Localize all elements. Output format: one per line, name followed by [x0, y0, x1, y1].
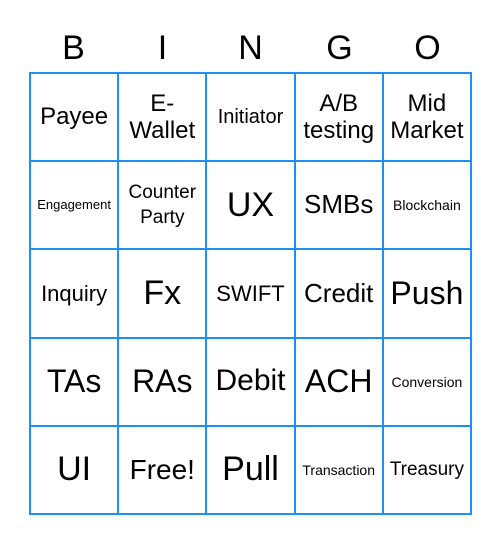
bingo-cell[interactable]: Treasury [382, 425, 471, 514]
bingo-cell[interactable]: RAs [118, 337, 207, 426]
bingo-cell[interactable]: Mid Market [382, 73, 471, 162]
bingo-cell[interactable]: Inquiry [30, 249, 119, 338]
bingo-cell[interactable]: Engagement [30, 161, 119, 250]
bingo-cell[interactable]: Initiator [206, 73, 295, 162]
header-letter-i: I [157, 29, 168, 67]
bingo-grid: Payee E- Wallet Initiator A/B testing Mi… [29, 72, 472, 515]
header-letter-g: G [326, 29, 353, 67]
bingo-cell[interactable]: Debit [206, 337, 295, 426]
bingo-cell[interactable]: UX [206, 161, 295, 250]
bingo-cell[interactable]: Conversion [382, 337, 471, 426]
header-letter-o: O [414, 29, 441, 67]
free-space-cell[interactable]: Free! [118, 425, 207, 514]
bingo-cell[interactable]: Push [382, 249, 471, 338]
bingo-cell[interactable]: Payee [30, 73, 119, 162]
bingo-cell[interactable]: TAs [30, 337, 119, 426]
bingo-cell[interactable]: UI [30, 425, 119, 514]
header-letter-n: N [238, 29, 263, 67]
bingo-cell[interactable]: Transaction [294, 425, 383, 514]
bingo-cell[interactable]: Fx [118, 249, 207, 338]
bingo-cell[interactable]: ACH [294, 337, 383, 426]
bingo-cell[interactable]: SWIFT [206, 249, 295, 338]
header-letter-b: B [62, 29, 85, 67]
bingo-cell[interactable]: Pull [206, 425, 295, 514]
bingo-cell[interactable]: E- Wallet [118, 73, 207, 162]
bingo-cell[interactable]: SMBs [294, 161, 383, 250]
bingo-cell[interactable]: A/B testing [294, 73, 383, 162]
bingo-cell[interactable]: Counter Party [118, 161, 207, 250]
bingo-cell[interactable]: Credit [294, 249, 383, 338]
bingo-cell[interactable]: Blockchain [382, 161, 471, 250]
